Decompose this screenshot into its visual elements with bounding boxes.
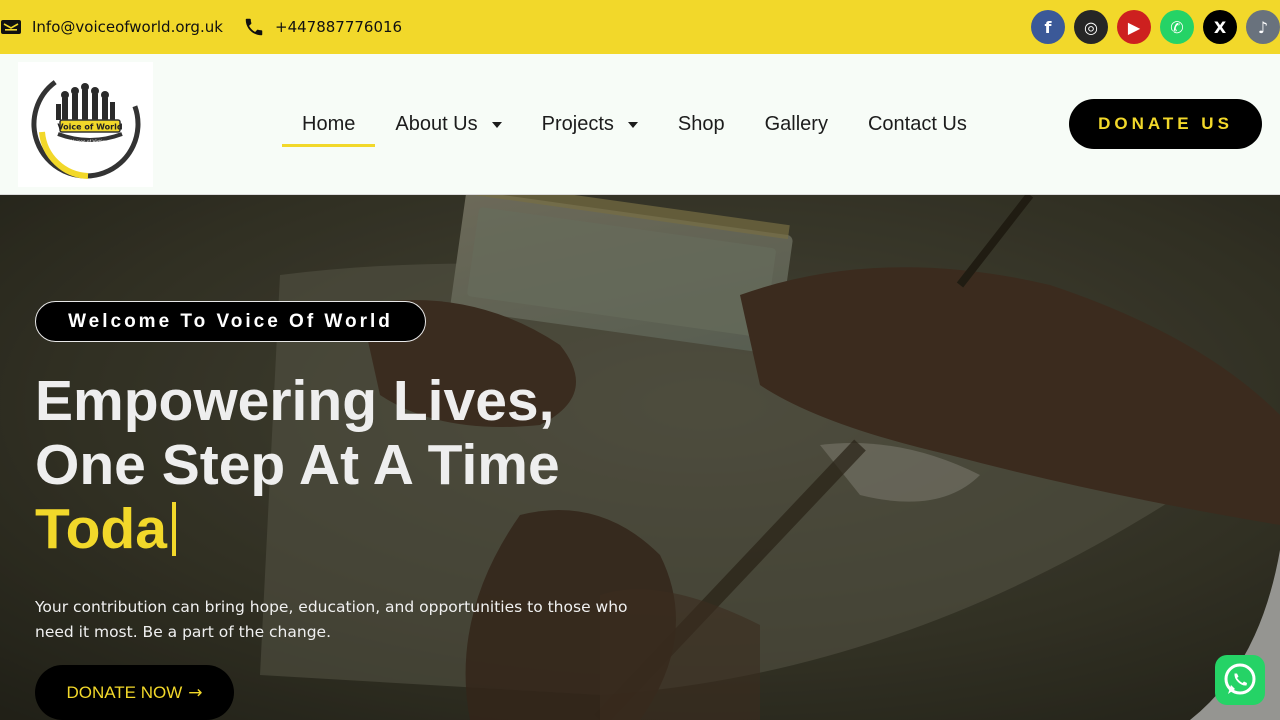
social-links: f ◎ ▶ ✆ X ♪ (1031, 10, 1280, 44)
nav-item-gallery[interactable]: Gallery (745, 54, 848, 195)
caret-down-icon (491, 121, 502, 128)
logo-subtext: Voices of Victims (71, 139, 110, 145)
whatsapp-chat-button[interactable] (1215, 655, 1265, 705)
nav-item-label: Contact Us (867, 113, 967, 135)
nav-item-contact-us[interactable]: Contact Us (848, 54, 987, 195)
nav-item-label: Projects (541, 113, 614, 135)
caret-down-icon (627, 121, 638, 128)
nav-item-projects[interactable]: Projects (522, 54, 658, 195)
logo-text: Voice of World (57, 123, 122, 132)
typed-text: Toda (35, 497, 167, 561)
facebook-icon[interactable]: f (1031, 10, 1065, 44)
phone-text: +447887776016 (275, 18, 403, 36)
phone-icon (243, 16, 265, 38)
donate-us-button[interactable]: DONATE US (1069, 99, 1262, 149)
phone-link[interactable]: +447887776016 (243, 0, 402, 54)
welcome-badge: Welcome To Voice Of World (35, 301, 426, 342)
typed-word: Toda (35, 497, 176, 561)
nav-item-about-us[interactable]: About Us (375, 54, 521, 195)
youtube-icon[interactable]: ▶ (1117, 10, 1151, 44)
arrow-right-icon: → (188, 682, 203, 703)
typing-cursor (171, 502, 176, 556)
email-icon (0, 16, 22, 38)
main-nav: Home About Us Projects Shop Gallery Contact U… (282, 54, 987, 195)
instagram-icon[interactable]: ◎ (1074, 10, 1108, 44)
hero-headline: Empowering Lives, One Step At A Time (35, 369, 560, 497)
nav-item-label: Shop (677, 113, 725, 135)
x-icon[interactable]: X (1203, 10, 1237, 44)
whatsapp-icon[interactable]: ✆ (1160, 10, 1194, 44)
nav-item-label: Home (302, 113, 356, 135)
tiktok-icon[interactable]: ♪ (1246, 10, 1280, 44)
donate-now-button[interactable]: DONATE NOW → (35, 665, 234, 720)
email-link[interactable]: Info@voiceofworld.org.uk (0, 0, 223, 54)
site-header: Voice of World Voices of Victims Home Abo… (0, 54, 1280, 195)
hero-section: Welcome To Voice Of World Empowering Liv… (0, 195, 1280, 720)
hero-subtext: Your contribution can bring hope, educat… (35, 598, 628, 641)
headline-line-1: Empowering Lives, (35, 369, 555, 433)
whatsapp-chat-icon (1224, 663, 1256, 695)
site-logo[interactable]: Voice of World Voices of Victims (18, 62, 153, 187)
donate-now-label: DONATE NOW (66, 682, 183, 702)
headline-line-2: One Step At A Time (35, 433, 560, 497)
nav-item-label: About Us (395, 113, 478, 135)
nav-item-shop[interactable]: Shop (658, 54, 745, 195)
email-text: Info@voiceofworld.org.uk (32, 18, 223, 36)
top-bar: Info@voiceofworld.org.uk +447887776016 f… (0, 0, 1280, 54)
nav-item-home[interactable]: Home (282, 54, 376, 195)
nav-item-label: Gallery (764, 113, 828, 135)
